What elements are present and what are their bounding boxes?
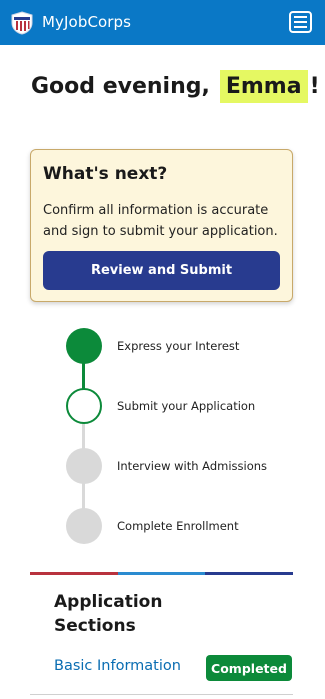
step-label: Submit your Application	[117, 399, 256, 413]
review-and-submit-button[interactable]: Review and Submit	[43, 251, 280, 290]
hamburger-menu-icon[interactable]	[289, 11, 312, 33]
tricolor-divider	[30, 572, 294, 575]
greeting-prefix: Good evening,	[31, 74, 210, 99]
step-4-upcoming-icon	[66, 508, 102, 544]
step-2-current-icon	[66, 388, 102, 424]
greeting-user-name: Emma	[219, 70, 308, 103]
basic-information-link[interactable]: Basic Information	[54, 658, 181, 674]
divider-navy	[205, 572, 294, 575]
greeting-heading: Good evening, Emma !	[31, 70, 320, 103]
step-label: Express your Interest	[117, 339, 240, 353]
section-divider	[30, 694, 293, 695]
divider-red	[30, 572, 118, 575]
divider-light-blue	[117, 572, 206, 575]
job-corps-shield-icon[interactable]	[11, 11, 33, 35]
step-label: Interview with Admissions	[117, 459, 268, 473]
step-1-complete-icon	[66, 328, 102, 364]
top-nav-bar: MyJobCorps	[0, 0, 325, 45]
step-label: Complete Enrollment	[117, 519, 239, 533]
greeting-suffix: !	[309, 74, 320, 99]
whats-next-body: Confirm all information is accurate and …	[43, 203, 278, 239]
status-badge: Completed	[206, 655, 292, 681]
whats-next-card: What's next? Confirm all information is …	[30, 149, 293, 302]
app-title[interactable]: MyJobCorps	[42, 13, 131, 31]
application-progress-steps: Express your Interest Submit your Applic…	[0, 326, 325, 556]
application-sections-title: Application Sections	[54, 592, 163, 636]
whats-next-title: What's next?	[43, 164, 168, 184]
step-3-upcoming-icon	[66, 448, 102, 484]
